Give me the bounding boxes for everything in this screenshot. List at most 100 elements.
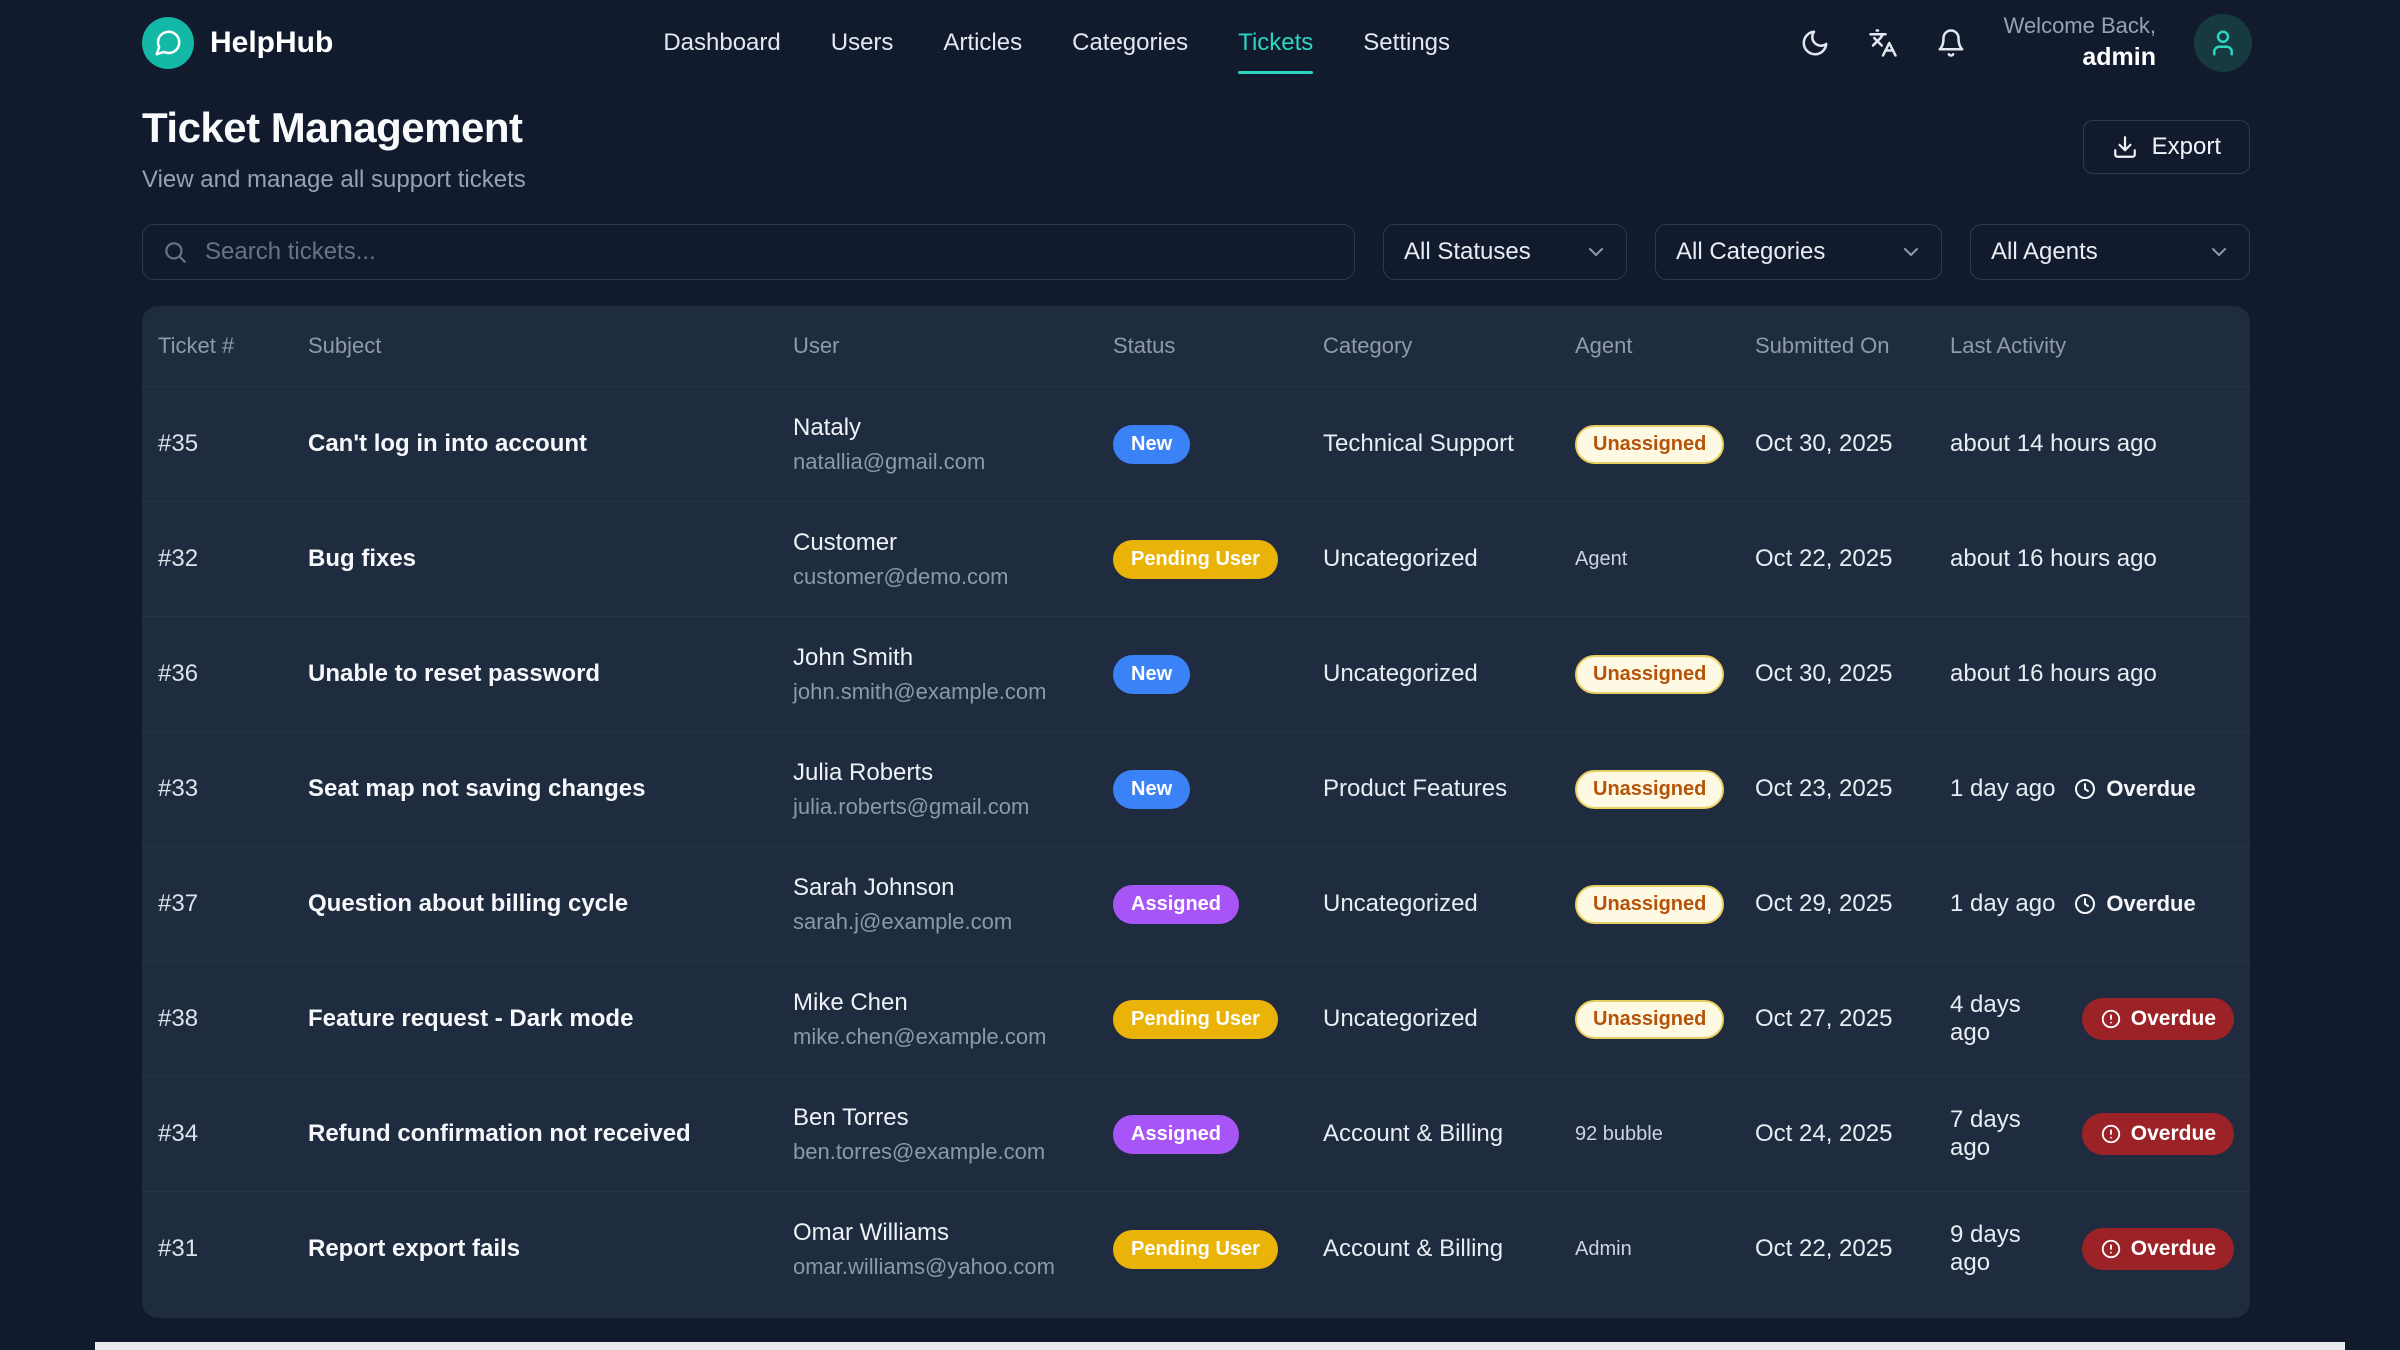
notifications-bell-icon[interactable]: [1936, 28, 1966, 58]
last-activity-text: about 14 hours ago: [1950, 430, 2157, 458]
status-badge: Pending User: [1113, 1230, 1278, 1269]
ticket-row[interactable]: #31Report export failsOmar Williamsomar.…: [142, 1191, 2250, 1306]
brand-name: HelpHub: [210, 26, 333, 60]
category-cell: Uncategorized: [1323, 890, 1575, 918]
status-cell: Assigned: [1113, 885, 1323, 924]
agent-name: Admin: [1575, 1238, 1632, 1260]
agent-cell: Agent: [1575, 548, 1755, 571]
ticket-row[interactable]: #34Refund confirmation not receivedBen T…: [142, 1076, 2250, 1191]
chevron-down-icon: [1584, 240, 1608, 264]
table-header-row: Ticket #SubjectUserStatusCategoryAgentSu…: [142, 306, 2250, 386]
submitted-on-cell: Oct 24, 2025: [1755, 1120, 1950, 1148]
bottom-scrollbar[interactable]: [95, 1342, 2345, 1350]
user-email: omar.williams@yahoo.com: [793, 1254, 1113, 1280]
ticket-id-cell: #33: [158, 775, 308, 803]
overdue-label: Overdue: [2131, 1122, 2216, 1146]
ticket-row[interactable]: #32Bug fixesCustomercustomer@demo.comPen…: [142, 501, 2250, 616]
last-activity-cell: 1 day agoOverdue: [1950, 775, 2250, 803]
page-subtitle: View and manage all support tickets: [142, 166, 526, 194]
ticket-row[interactable]: #33Seat map not saving changesJulia Robe…: [142, 731, 2250, 846]
subject-cell: Report export fails: [308, 1235, 793, 1263]
search-icon: [162, 239, 188, 265]
submitted-on-cell: Oct 22, 2025: [1755, 1235, 1950, 1263]
user-avatar[interactable]: [2194, 14, 2252, 72]
alert-circle-icon: [2100, 1238, 2122, 1260]
nav-item-articles[interactable]: Articles: [943, 0, 1022, 86]
column-header-1: Subject: [308, 333, 793, 359]
ticket-row[interactable]: #38Feature request - Dark modeMike Chenm…: [142, 961, 2250, 1076]
overdue-label: Overdue: [2131, 1007, 2216, 1031]
last-activity-cell: 4 days agoOverdue: [1950, 991, 2250, 1047]
status-cell: New: [1113, 425, 1323, 464]
agent-cell: Unassigned: [1575, 1000, 1755, 1039]
dark-mode-toggle-icon[interactable]: [1800, 28, 1830, 58]
category-cell: Product Features: [1323, 775, 1575, 803]
submitted-on-cell: Oct 30, 2025: [1755, 430, 1950, 458]
nav-right-cluster: Welcome Back, admin: [1800, 12, 2252, 73]
overdue-indicator: Overdue: [2073, 776, 2195, 802]
user-name: Nataly: [793, 414, 1113, 442]
category-filter-dropdown[interactable]: All Categories: [1655, 224, 1942, 280]
overdue-label: Overdue: [2131, 1237, 2216, 1261]
category-cell: Uncategorized: [1323, 1005, 1575, 1033]
nav-item-tickets[interactable]: Tickets: [1238, 0, 1313, 86]
last-activity-text: about 16 hours ago: [1950, 660, 2157, 688]
user-email: customer@demo.com: [793, 564, 1113, 590]
status-cell: New: [1113, 655, 1323, 694]
subject-cell: Refund confirmation not received: [308, 1120, 793, 1148]
helphub-logo: [142, 17, 194, 69]
column-header-5: Agent: [1575, 333, 1755, 359]
status-filter-dropdown[interactable]: All Statuses: [1383, 224, 1627, 280]
page-head: Ticket Management View and manage all su…: [142, 104, 2250, 194]
last-activity-text: 9 days ago: [1950, 1221, 2064, 1277]
overdue-badge: Overdue: [2082, 998, 2234, 1040]
nav-links: Dashboard Users Articles Categories Tickets S…: [663, 0, 1450, 86]
brand[interactable]: HelpHub: [142, 17, 333, 69]
export-button[interactable]: Export: [2083, 120, 2250, 174]
last-activity-text: 1 day ago: [1950, 890, 2055, 918]
agent-filter-dropdown[interactable]: All Agents: [1970, 224, 2250, 280]
user-name: Mike Chen: [793, 989, 1113, 1017]
user-email: john.smith@example.com: [793, 679, 1113, 705]
agent-cell: Unassigned: [1575, 770, 1755, 809]
search-input[interactable]: [142, 224, 1355, 280]
unassigned-badge: Unassigned: [1575, 770, 1724, 809]
language-icon[interactable]: [1868, 28, 1898, 58]
status-cell: Pending User: [1113, 540, 1323, 579]
alert-circle-icon: [2100, 1008, 2122, 1030]
nav-item-settings[interactable]: Settings: [1363, 0, 1450, 86]
subject-cell: Feature request - Dark mode: [308, 1005, 793, 1033]
nav-item-users[interactable]: Users: [831, 0, 894, 86]
status-badge: Pending User: [1113, 540, 1278, 579]
category-cell: Technical Support: [1323, 430, 1575, 458]
user-icon: [2208, 28, 2238, 58]
last-activity-text: 7 days ago: [1950, 1106, 2064, 1162]
category-filter-value: All Categories: [1676, 238, 1825, 266]
nav-item-dashboard[interactable]: Dashboard: [663, 0, 780, 86]
category-cell: Uncategorized: [1323, 660, 1575, 688]
download-icon: [2112, 134, 2138, 160]
category-cell: Account & Billing: [1323, 1120, 1575, 1148]
user-cell: Julia Robertsjulia.roberts@gmail.com: [793, 759, 1113, 820]
ticket-row[interactable]: #35Can't log in into accountNatalynatall…: [142, 386, 2250, 501]
last-activity-cell: 1 day agoOverdue: [1950, 890, 2250, 918]
filters-row: All Statuses All Categories All Agents: [142, 224, 2250, 280]
last-activity-cell: about 16 hours ago: [1950, 660, 2250, 688]
clock-icon: [2073, 892, 2097, 916]
ticket-row[interactable]: #36Unable to reset passwordJohn Smithjoh…: [142, 616, 2250, 731]
user-cell: John Smithjohn.smith@example.com: [793, 644, 1113, 705]
status-badge: New: [1113, 770, 1190, 809]
user-email: mike.chen@example.com: [793, 1024, 1113, 1050]
status-filter-value: All Statuses: [1404, 238, 1531, 266]
user-cell: Omar Williamsomar.williams@yahoo.com: [793, 1219, 1113, 1280]
username: admin: [2004, 41, 2156, 74]
nav-item-categories[interactable]: Categories: [1072, 0, 1188, 86]
ticket-id-cell: #31: [158, 1235, 308, 1263]
ticket-row[interactable]: #37Question about billing cycleSarah Joh…: [142, 846, 2250, 961]
user-name: Sarah Johnson: [793, 874, 1113, 902]
top-navbar: HelpHub Dashboard Users Articles Categories…: [0, 0, 2400, 86]
overdue-badge: Overdue: [2082, 1113, 2234, 1155]
unassigned-badge: Unassigned: [1575, 425, 1724, 464]
ticket-id-cell: #35: [158, 430, 308, 458]
tickets-table: Ticket #SubjectUserStatusCategoryAgentSu…: [142, 306, 2250, 1318]
